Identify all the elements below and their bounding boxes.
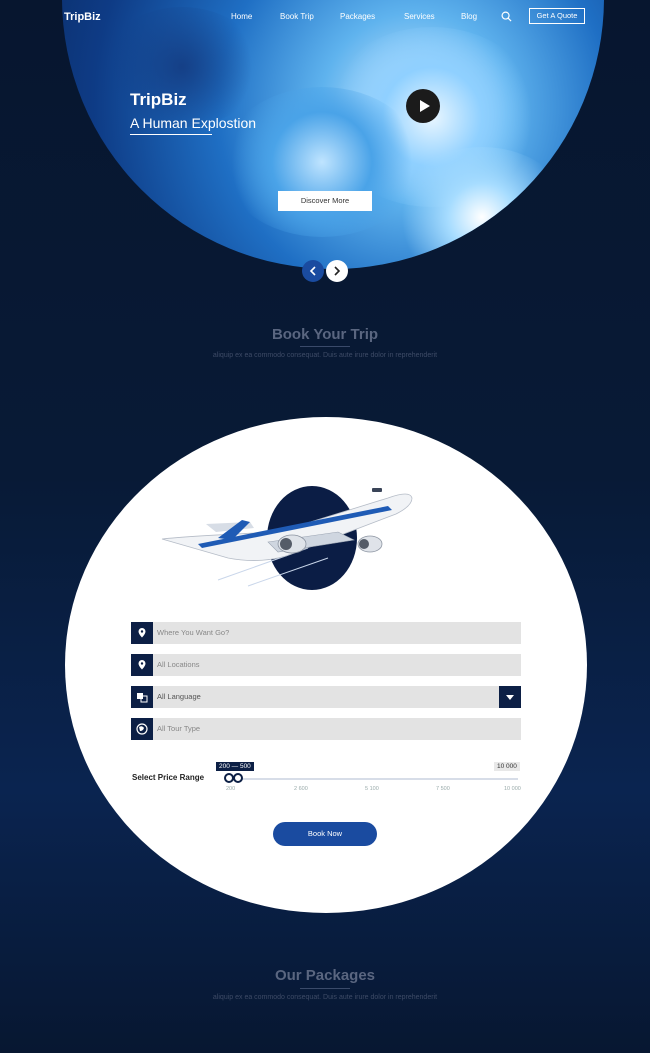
hero-subtitle: A Human Explostion [130, 115, 257, 131]
discover-more-button[interactable]: Discover More [278, 191, 372, 211]
play-icon [420, 100, 430, 112]
slider-next-button[interactable] [326, 260, 348, 282]
search-icon[interactable] [501, 11, 512, 22]
packages-section-divider [300, 988, 350, 989]
location-pin-icon [131, 654, 153, 676]
book-section-description: aliquip ex ea commodo consequat. Duis au… [212, 352, 438, 359]
translate-icon [131, 686, 153, 708]
range-tick: 200 [226, 786, 236, 792]
airplane-illustration [161, 488, 413, 587]
tour-type-placeholder: All Tour Type [157, 724, 201, 733]
nav-blog[interactable]: Blog [461, 12, 477, 21]
price-range-max-handle[interactable] [233, 773, 243, 783]
book-section-title: Book Your Trip [271, 326, 379, 343]
range-tick: 2 600 [294, 786, 308, 792]
chevron-right-icon [334, 266, 341, 276]
range-tick: 5 100 [365, 786, 379, 792]
price-range-selected: 200 — 500 [216, 762, 254, 771]
hero-underline [130, 134, 212, 135]
site-header: TripBiz Home Book Trip Packages Services… [0, 0, 650, 34]
book-section-divider [300, 346, 350, 347]
language-select[interactable]: All Language [131, 686, 521, 708]
get-quote-button[interactable]: Get A Quote [529, 8, 585, 24]
range-tick: 10 000 [504, 786, 521, 792]
hero-title: TripBiz [130, 90, 187, 109]
caret-down-icon [506, 695, 514, 700]
range-tick: 7 500 [436, 786, 450, 792]
destination-field[interactable]: Where You Want Go? [131, 622, 521, 644]
slider-prev-button[interactable] [302, 260, 324, 282]
location-placeholder: All Locations [157, 660, 200, 669]
language-dropdown-toggle[interactable] [499, 686, 521, 708]
location-pin-icon [131, 622, 153, 644]
nav-packages[interactable]: Packages [340, 12, 375, 21]
nav-home[interactable]: Home [231, 12, 252, 21]
tour-type-field[interactable]: All Tour Type [131, 718, 521, 740]
nav-services[interactable]: Services [404, 12, 435, 21]
price-range-max-label: 10 000 [494, 762, 520, 771]
location-field[interactable]: All Locations [131, 654, 521, 676]
packages-section-description: aliquip ex ea commodo consequat. Duis au… [212, 994, 438, 1001]
language-value: All Language [157, 692, 201, 701]
play-video-button[interactable] [406, 89, 440, 123]
packages-section-title: Our Packages [274, 967, 376, 984]
site-logo[interactable]: TripBiz [64, 11, 101, 23]
price-range-label: Select Price Range [132, 773, 205, 782]
book-now-button[interactable]: Book Now [273, 822, 377, 846]
globe-icon [131, 718, 153, 740]
nav-book-trip[interactable]: Book Trip [280, 12, 314, 21]
destination-placeholder: Where You Want Go? [157, 628, 230, 637]
chevron-left-icon [309, 266, 316, 276]
price-range-track[interactable] [232, 778, 518, 780]
